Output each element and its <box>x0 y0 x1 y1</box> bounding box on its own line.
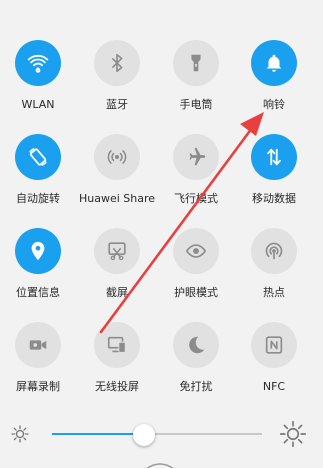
tile-label: 截屏 <box>106 286 128 299</box>
tile-label: 护眼模式 <box>174 286 218 299</box>
moon-icon <box>173 322 219 368</box>
wifi-icon <box>15 40 61 86</box>
tile-flashlight[interactable]: 手电筒 <box>157 40 235 112</box>
tile-ring[interactable]: 响铃 <box>235 40 313 112</box>
tile-screen-record[interactable]: 屏幕录制 <box>0 322 77 394</box>
tile-label: 响铃 <box>263 98 285 111</box>
sun-large-icon <box>279 420 307 448</box>
airplane-icon <box>173 134 219 180</box>
tile-location[interactable]: 位置信息 <box>0 228 77 300</box>
drag-handle-icon[interactable] <box>143 460 177 468</box>
flashlight-icon <box>173 40 219 86</box>
bell-icon <box>251 40 297 86</box>
tile-label: NFC <box>262 380 286 393</box>
tile-wlan[interactable]: WLAN <box>0 40 77 112</box>
brightness-slider-row <box>0 418 323 454</box>
screenshot-icon <box>94 228 140 274</box>
tile-mobile-data[interactable]: 移动数据 <box>235 134 313 206</box>
tile-nfc[interactable]: NFC <box>235 322 313 394</box>
tile-wireless-projection[interactable]: 无线投屏 <box>78 322 156 394</box>
tile-bluetooth[interactable]: 蓝牙 <box>78 40 156 112</box>
brightness-thumb[interactable] <box>133 424 156 446</box>
tile-airplane-mode[interactable]: 飞行模式 <box>157 134 235 206</box>
sun-small-icon <box>11 425 29 443</box>
tile-label: WLAN <box>21 98 55 111</box>
location-icon <box>15 228 61 274</box>
tile-label: 飞行模式 <box>174 192 218 205</box>
nfc-icon <box>251 322 297 368</box>
bluetooth-icon <box>94 40 140 86</box>
tile-label: 无线投屏 <box>95 380 139 393</box>
brightness-track[interactable] <box>52 433 262 435</box>
huawei-share-icon <box>94 134 140 180</box>
tile-label: 位置信息 <box>16 286 60 299</box>
mobile-data-icon <box>251 134 297 180</box>
screen-record-icon <box>15 322 61 368</box>
tile-label: 手电筒 <box>179 98 213 111</box>
tile-label: 热点 <box>263 286 285 299</box>
brightness-track-fill <box>52 433 145 435</box>
wireless-projection-icon <box>94 322 140 368</box>
tile-label: 蓝牙 <box>106 98 128 111</box>
tile-hotspot[interactable]: 热点 <box>235 228 313 300</box>
tile-screenshot[interactable]: 截屏 <box>78 228 156 300</box>
tile-do-not-disturb[interactable]: 免打扰 <box>157 322 235 394</box>
hotspot-icon <box>251 228 297 274</box>
eye-icon <box>173 228 219 274</box>
tile-eye-comfort[interactable]: 护眼模式 <box>157 228 235 300</box>
tile-huawei-share[interactable]: Huawei Share <box>78 134 156 206</box>
tile-auto-rotate[interactable]: 自动旋转 <box>0 134 77 206</box>
tile-label: 免打扰 <box>179 380 213 393</box>
rotate-icon <box>15 134 61 180</box>
tile-label: Huawei Share <box>78 192 156 205</box>
tile-label: 自动旋转 <box>16 192 60 205</box>
quick-settings-panel: WLAN 蓝牙 手电筒 响铃 自动旋转 Huawei Share 飞行模式 移动… <box>0 0 323 468</box>
tile-label: 移动数据 <box>252 192 296 205</box>
tile-label: 屏幕录制 <box>16 380 60 393</box>
